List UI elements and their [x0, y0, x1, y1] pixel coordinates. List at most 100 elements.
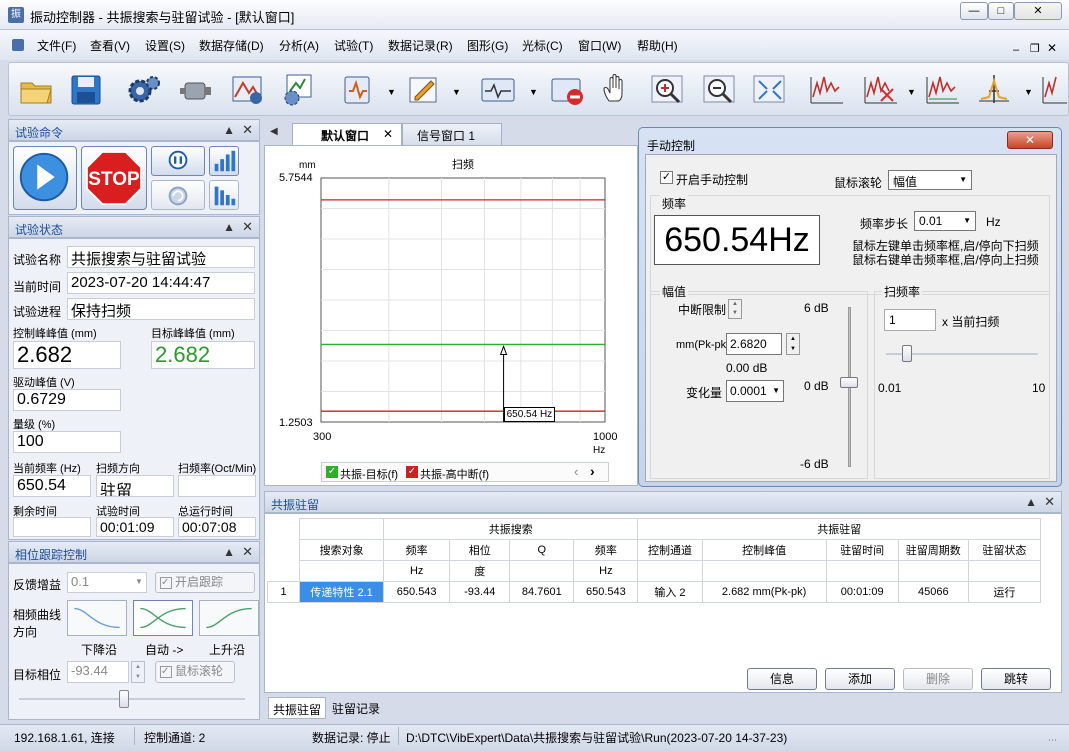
menu-cursor[interactable]: 光标(C)	[522, 37, 563, 54]
pin-icon[interactable]: ▲	[223, 220, 235, 234]
pause-button[interactable]	[151, 146, 205, 176]
menu-help[interactable]: 帮助(H)	[637, 37, 678, 54]
col-search-target[interactable]: 搜索对象	[299, 539, 385, 561]
spectrum-overlay-icon[interactable]	[923, 71, 961, 109]
jump-button[interactable]: 跳转	[981, 668, 1051, 690]
table-row[interactable]: 1 传递特性 2.1 650.543 -93.44 84.7601 650.54…	[266, 581, 1042, 603]
spectrum-icon[interactable]	[807, 71, 845, 109]
col-control-channel[interactable]: 控制通道	[637, 539, 703, 561]
amp-slider-thumb[interactable]	[840, 377, 858, 388]
cell-dwell-time[interactable]: 00:01:09	[825, 581, 899, 603]
mdi-close-icon[interactable]: ✕	[1047, 41, 1057, 55]
col-dwell-status[interactable]: 驻留状态	[967, 539, 1042, 561]
change-select[interactable]: 0.0001 ▼	[726, 380, 784, 402]
edit-pen-icon[interactable]	[405, 71, 443, 109]
spectrum-more-icon[interactable]	[1039, 71, 1067, 109]
target-phase-spinner[interactable]: ▲ ▼	[131, 661, 145, 683]
test-config-icon[interactable]	[279, 71, 317, 109]
close-icon[interactable]: ✕	[242, 544, 253, 560]
mdi-minimize-icon[interactable]: –	[1013, 44, 1019, 56]
phase-slider-track[interactable]	[19, 698, 245, 700]
tab-default-window[interactable]: 默认窗口 ✕	[292, 123, 402, 145]
col-dwell-time[interactable]: 驻留时间	[825, 539, 899, 561]
enable-tracking-checkbox[interactable]: ✓ 开启跟踪	[155, 572, 255, 593]
level-up-button[interactable]	[209, 146, 239, 176]
fit-view-icon[interactable]	[751, 71, 789, 109]
menu-test[interactable]: 试验(T)	[334, 37, 373, 54]
col-q[interactable]: Q	[509, 539, 575, 561]
sweep-rate-slider-thumb[interactable]	[902, 345, 912, 362]
abort-limit-spinner[interactable]: ▲ ▼	[728, 299, 742, 319]
maximize-button[interactable]: □	[988, 2, 1014, 20]
cell-control-channel[interactable]: 输入 2	[637, 581, 703, 603]
cell-phase[interactable]: -93.44	[449, 581, 511, 603]
menu-data-record[interactable]: 数据记录(R)	[388, 37, 453, 54]
resize-grip-icon[interactable]: ⋯	[1048, 735, 1057, 746]
mouse-wheel-checkbox[interactable]: ✓ 鼠标滚轮	[155, 661, 235, 683]
delete-button[interactable]: 删除	[903, 668, 973, 690]
add-button[interactable]: 添加	[825, 668, 895, 690]
stop-button[interactable]: STOP	[81, 146, 147, 210]
dropdown-arrow-icon[interactable]: ▼	[529, 87, 538, 97]
menu-data-storage[interactable]: 数据存储(D)	[199, 37, 264, 54]
mouse-wheel-mode-select[interactable]: 幅值 ▼	[888, 170, 972, 190]
channel-icon[interactable]	[339, 71, 377, 109]
col-dwell-cycles[interactable]: 驻留周期数	[897, 539, 969, 561]
cell-search-freq[interactable]: 650.543	[383, 581, 451, 603]
cursor-readout[interactable]: 650.54 Hz	[503, 407, 556, 423]
sweep-chart[interactable]: mm 扫频 5.7544 1.2503 300 1000 Hz	[265, 146, 637, 485]
zoom-in-icon[interactable]	[649, 71, 687, 109]
target-phase-field[interactable]: -93.44	[67, 661, 129, 683]
cell-search-target[interactable]: 传递特性 2.1	[299, 581, 385, 603]
menu-view[interactable]: 查看(V)	[90, 37, 130, 54]
open-folder-icon[interactable]	[17, 71, 55, 109]
close-icon[interactable]: ✕	[1044, 494, 1055, 510]
test-profile-icon[interactable]	[229, 71, 267, 109]
phase-slider-thumb[interactable]	[119, 690, 129, 708]
dropdown-arrow-icon[interactable]: ▼	[907, 87, 916, 97]
mdi-restore-icon[interactable]: ❐	[1030, 42, 1040, 55]
dialog-close-button[interactable]: ✕	[1007, 131, 1053, 149]
signal-window-icon[interactable]	[479, 71, 517, 109]
sensor-icon[interactable]	[177, 71, 215, 109]
legend-abort-checkbox[interactable]: ✓	[406, 466, 418, 478]
auto-direction-button[interactable]	[133, 600, 193, 636]
legend-next-icon[interactable]: ›	[590, 463, 595, 479]
sweep-rate-input[interactable]: 1	[884, 309, 936, 331]
spectrum-clear-icon[interactable]	[861, 71, 899, 109]
level-down-button[interactable]	[209, 180, 239, 210]
col-dwell-freq[interactable]: 频率	[573, 539, 639, 561]
cell-dwell-freq[interactable]: 650.543	[573, 581, 639, 603]
continue-button[interactable]	[151, 180, 205, 210]
save-icon[interactable]	[67, 71, 105, 109]
minimize-button[interactable]: —	[960, 2, 988, 20]
falling-edge-button[interactable]	[67, 600, 127, 636]
dropdown-arrow-icon[interactable]: ▼	[452, 87, 461, 97]
hand-pan-icon[interactable]	[599, 71, 637, 109]
amp-value-input[interactable]: 2.6820	[726, 333, 782, 355]
start-button[interactable]	[13, 146, 77, 210]
settings-gear-icon[interactable]	[125, 71, 163, 109]
col-search-freq[interactable]: 频率	[383, 539, 451, 561]
tab-close-icon[interactable]: ✕	[383, 127, 393, 141]
cell-dwell-cycles[interactable]: 45066	[897, 581, 969, 603]
menu-analysis[interactable]: 分析(A)	[279, 37, 319, 54]
legend-prev-icon[interactable]: ‹	[574, 464, 578, 479]
enable-manual-checkbox[interactable]: ✓	[660, 171, 673, 184]
menu-graph[interactable]: 图形(G)	[467, 37, 508, 54]
zoom-out-icon[interactable]	[701, 71, 739, 109]
menu-window[interactable]: 窗口(W)	[578, 37, 621, 54]
pin-icon[interactable]: ▲	[223, 123, 235, 137]
dropdown-arrow-icon[interactable]: ▼	[1024, 87, 1033, 97]
info-button[interactable]: 信息	[747, 668, 817, 690]
pin-icon[interactable]: ▲	[223, 545, 235, 559]
dropdown-arrow-icon[interactable]: ▼	[387, 87, 396, 97]
amp-value-spinner[interactable]: ▲ ▼	[786, 333, 800, 355]
cursor-peak-icon[interactable]	[975, 71, 1013, 109]
legend-target-checkbox[interactable]: ✓	[326, 466, 338, 478]
tab-dwell-record[interactable]: 驻留记录	[332, 700, 380, 717]
cell-control-peak[interactable]: 2.682 mm(Pk-pk)	[701, 581, 827, 603]
tab-scroll-left-icon[interactable]: ◀	[270, 126, 278, 137]
frequency-display[interactable]: 650.54Hz	[654, 215, 820, 265]
cell-dwell-status[interactable]: 运行	[967, 581, 1042, 603]
